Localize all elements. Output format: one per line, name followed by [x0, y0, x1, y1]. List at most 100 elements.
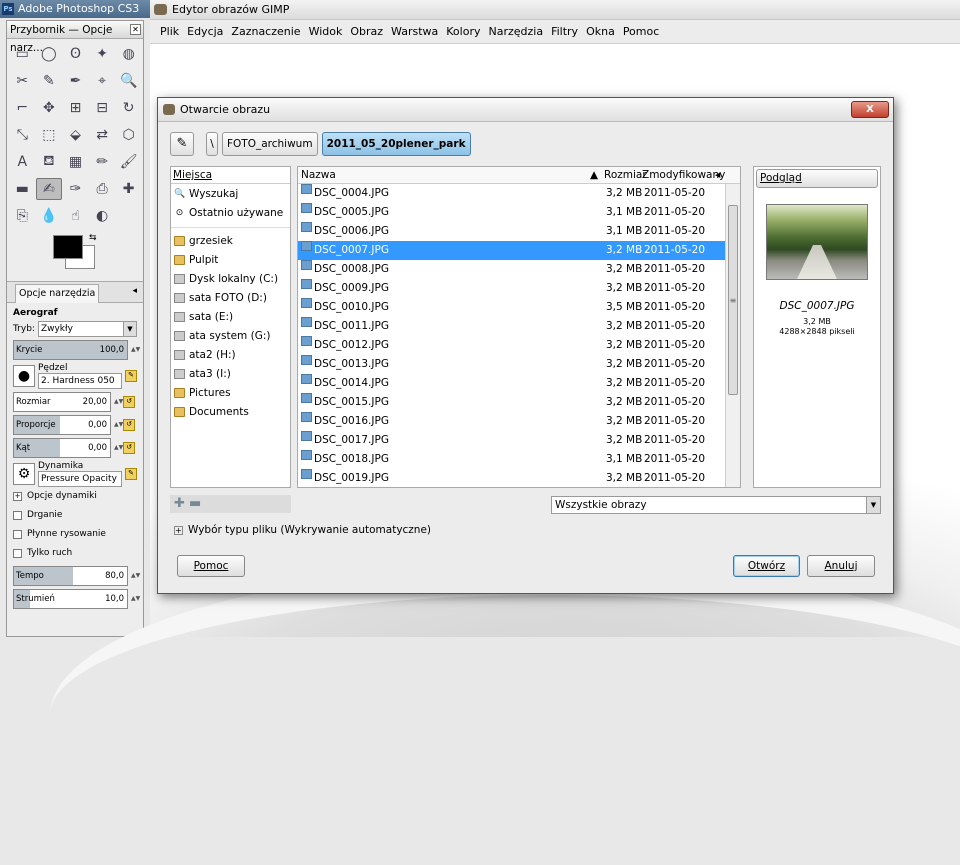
- pencil-icon[interactable]: ✏: [89, 151, 116, 173]
- align-icon[interactable]: ⊞: [62, 97, 89, 119]
- menu-warstwa[interactable]: Warstwa: [387, 25, 442, 38]
- type-location-button[interactable]: ✎: [170, 132, 194, 156]
- scale-icon[interactable]: ⤡: [9, 124, 36, 146]
- rate-spin-icon[interactable]: ▲▼: [131, 572, 140, 580]
- motion-only-checkbox[interactable]: Tylko ruch: [13, 548, 137, 558]
- measure-icon[interactable]: ⌐: [9, 97, 36, 119]
- perspective-clone-icon[interactable]: ⎘: [9, 205, 36, 227]
- crumb-current-folder[interactable]: 2011_05_20plener_park: [321, 132, 471, 156]
- zoom-icon[interactable]: 🔍: [115, 70, 142, 92]
- heal-icon[interactable]: ✚: [115, 178, 142, 200]
- paths-icon[interactable]: ✒: [62, 70, 89, 92]
- file-row[interactable]: DSC_0005.JPG 3,1 MB 2011-05-20: [298, 203, 740, 222]
- edit-dynamics-icon[interactable]: ✎: [125, 468, 137, 480]
- size-spin-icon[interactable]: ▲▼: [114, 398, 123, 406]
- place-item[interactable]: ata3 (I:): [171, 364, 290, 383]
- brush-select[interactable]: 2. Hardness 050: [38, 373, 122, 389]
- foreground-color-swatch[interactable]: [53, 235, 83, 259]
- perspective-icon[interactable]: ⬙: [62, 124, 89, 146]
- shear-icon[interactable]: ⬚: [36, 124, 63, 146]
- place-item[interactable]: ⊙ Ostatnio używane: [171, 203, 290, 222]
- menu-zaznaczenie[interactable]: Zaznaczenie: [227, 25, 304, 38]
- toolbox-titlebar[interactable]: Przybornik — Opcje narz... ✕: [7, 21, 143, 54]
- crumb-foto-archiwum[interactable]: FOTO_archiwum: [222, 132, 318, 156]
- file-row[interactable]: DSC_0010.JPG 3,5 MB 2011-05-20: [298, 298, 740, 317]
- file-row[interactable]: DSC_0006.JPG 3,1 MB 2011-05-20: [298, 222, 740, 241]
- file-filter-select[interactable]: Wszystkie obrazy ▼: [551, 496, 881, 514]
- file-row[interactable]: DSC_0016.JPG 3,2 MB 2011-05-20: [298, 412, 740, 431]
- scissors-icon[interactable]: ✂: [9, 70, 36, 92]
- smooth-checkbox[interactable]: Płynne rysowanie: [13, 529, 137, 539]
- place-item[interactable]: 🔍 Wyszukaj: [171, 184, 290, 203]
- dynamics-select[interactable]: Pressure Opacity: [38, 471, 122, 487]
- menu-obraz[interactable]: Obraz: [346, 25, 387, 38]
- file-row[interactable]: DSC_0011.JPG 3,2 MB 2011-05-20: [298, 317, 740, 336]
- place-item[interactable]: Pictures: [171, 383, 290, 402]
- reset-aspect-icon[interactable]: ↺: [123, 419, 135, 431]
- blur-icon[interactable]: 💧: [36, 205, 63, 227]
- photoshop-taskbar-title[interactable]: Ps Adobe Photoshop CS3: [0, 0, 150, 18]
- color-select-icon[interactable]: ◍: [115, 43, 142, 65]
- place-item[interactable]: Documents: [171, 402, 290, 421]
- tab-menu-icon[interactable]: ◂: [132, 286, 137, 296]
- file-row[interactable]: DSC_0004.JPG 3,2 MB 2011-05-20: [298, 184, 740, 203]
- reset-size-icon[interactable]: ↺: [123, 396, 135, 408]
- file-row[interactable]: DSC_0013.JPG 3,2 MB 2011-05-20: [298, 355, 740, 374]
- aspect-spin-icon[interactable]: ▲▼: [114, 421, 123, 429]
- file-row[interactable]: DSC_0015.JPG 3,2 MB 2011-05-20: [298, 393, 740, 412]
- file-row[interactable]: DSC_0014.JPG 3,2 MB 2011-05-20: [298, 374, 740, 393]
- file-row[interactable]: DSC_0007.JPG 3,2 MB 2011-05-20: [298, 241, 740, 260]
- menu-kolory[interactable]: Kolory: [442, 25, 484, 38]
- dynamics-icon[interactable]: ⚙: [13, 463, 35, 485]
- path-root-button[interactable]: \: [206, 132, 218, 156]
- filetype-expander[interactable]: + Wybór typu pliku (Wykrywanie automatycz…: [174, 524, 431, 536]
- blend-icon[interactable]: ▦: [62, 151, 89, 173]
- toolbox-close-icon[interactable]: ✕: [130, 24, 141, 35]
- place-item[interactable]: grzesiek: [171, 231, 290, 250]
- help-button[interactable]: Pomoc: [177, 555, 245, 577]
- jitter-checkbox[interactable]: Drganie: [13, 510, 137, 520]
- smudge-icon[interactable]: ☝: [62, 205, 89, 227]
- crop-icon[interactable]: ⊟: [89, 97, 116, 119]
- menu-okna[interactable]: Okna: [582, 25, 619, 38]
- gimp-titlebar[interactable]: Edytor obrazów GIMP: [150, 0, 960, 20]
- scroll-thumb[interactable]: ≡: [728, 205, 738, 395]
- brush-preview-icon[interactable]: ●: [13, 365, 35, 387]
- dialog-titlebar[interactable]: Otwarcie obrazu X: [158, 98, 893, 122]
- column-size[interactable]: Rozmiar: [604, 167, 647, 183]
- cancel-button[interactable]: Anuluj: [807, 555, 875, 577]
- file-row[interactable]: DSC_0009.JPG 3,2 MB 2011-05-20: [298, 279, 740, 298]
- menu-edycja[interactable]: Edycja: [183, 25, 227, 38]
- bucket-fill-icon[interactable]: ⛾: [36, 151, 63, 173]
- opacity-spin-icon[interactable]: ▲▼: [131, 346, 140, 354]
- place-item[interactable]: Dysk lokalny (C:): [171, 269, 290, 288]
- column-modified[interactable]: Zmodyfikowany: [642, 167, 725, 183]
- edit-brush-icon[interactable]: ✎: [125, 370, 137, 382]
- file-row[interactable]: DSC_0008.JPG 3,2 MB 2011-05-20: [298, 260, 740, 279]
- angle-slider[interactable]: Kąt 0,00: [13, 438, 111, 458]
- reset-angle-icon[interactable]: ↺: [123, 442, 135, 454]
- text-icon[interactable]: A: [9, 151, 36, 173]
- tab-tool-options[interactable]: Opcje narzędzia: [15, 284, 100, 303]
- move-icon[interactable]: ✥: [36, 97, 63, 119]
- eraser-icon[interactable]: ▬: [9, 178, 36, 200]
- foreground-select-icon[interactable]: ✎: [36, 70, 63, 92]
- file-row[interactable]: DSC_0017.JPG 3,2 MB 2011-05-20: [298, 431, 740, 450]
- open-button[interactable]: Otwórz: [733, 555, 800, 577]
- menu-filtry[interactable]: Filtry: [547, 25, 582, 38]
- place-item[interactable]: Pulpit: [171, 250, 290, 269]
- add-bookmark-icon[interactable]: ✚: [174, 496, 185, 511]
- ink-icon[interactable]: ✑: [62, 178, 89, 200]
- file-row[interactable]: DSC_0018.JPG 3,1 MB 2011-05-20: [298, 450, 740, 469]
- places-header[interactable]: Miejsca: [171, 167, 290, 184]
- menu-plik[interactable]: Plik: [156, 25, 183, 38]
- file-row[interactable]: DSC_0012.JPG 3,2 MB 2011-05-20: [298, 336, 740, 355]
- preview-toggle-button[interactable]: Podgląd: [756, 169, 878, 188]
- fuzzy-select-icon[interactable]: ✦: [89, 43, 116, 65]
- aspect-slider[interactable]: Proporcje 0,00: [13, 415, 111, 435]
- file-row[interactable]: DSC_0019.JPG 3,2 MB 2011-05-20: [298, 469, 740, 487]
- size-slider[interactable]: Rozmiar 20,00: [13, 392, 111, 412]
- color-picker-icon[interactable]: ⌖: [89, 70, 116, 92]
- cage-icon[interactable]: ⬡: [115, 124, 142, 146]
- mode-select[interactable]: Zwykły ▼: [37, 321, 137, 337]
